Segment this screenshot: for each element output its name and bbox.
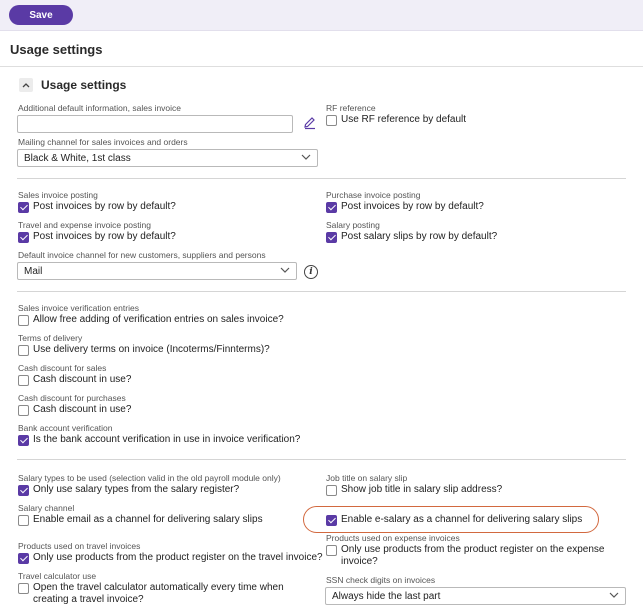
chevron-down-icon <box>609 590 619 600</box>
additional-info-label: Additional default information, sales in… <box>18 103 182 113</box>
travel-posting-checkbox[interactable] <box>18 232 29 243</box>
default-channel-select[interactable]: Mail <box>17 262 297 280</box>
section-title: Usage settings <box>41 78 127 92</box>
esalary-channel-option[interactable]: Enable e-salary as a channel for deliver… <box>326 514 582 526</box>
job-title-checkbox-label: Show job title in salary slip address? <box>341 484 503 495</box>
terms-of-delivery-option[interactable]: Use delivery terms on invoice (Incoterms… <box>18 344 270 356</box>
terms-of-delivery-label: Terms of delivery <box>18 333 83 343</box>
travel-posting-checkbox-label: Post invoices by row by default? <box>33 231 176 242</box>
mailing-channel-select[interactable]: Black & White, 1st class <box>17 149 318 167</box>
ssn-check-digits-value: Always hide the last part <box>332 591 441 602</box>
cash-discount-purchases-label: Cash discount for purchases <box>18 393 126 403</box>
esalary-channel-checkbox-label: Enable e-salary as a channel for deliver… <box>341 514 583 525</box>
email-channel-checkbox-label: Enable email as a channel for delivering… <box>33 514 263 525</box>
travel-products-checkbox[interactable] <box>18 553 29 564</box>
info-icon[interactable]: i <box>304 265 318 279</box>
cash-discount-sales-checkbox-label: Cash discount in use? <box>33 374 132 385</box>
cash-discount-purchases-checkbox-label: Cash discount in use? <box>33 404 132 415</box>
terms-of-delivery-checkbox-label: Use delivery terms on invoice (Incoterms… <box>33 344 270 355</box>
salary-posting-option[interactable]: Post salary slips by row by default? <box>326 231 497 243</box>
title-divider <box>0 66 643 67</box>
rf-reference-checkbox-label: Use RF reference by default <box>341 114 467 125</box>
default-channel-label: Default invoice channel for new customer… <box>18 250 266 260</box>
sales-verification-label: Sales invoice verification entries <box>18 303 139 313</box>
salary-types-checkbox[interactable] <box>18 485 29 496</box>
toolbar: Save <box>0 0 643 31</box>
bank-verification-option[interactable]: Is the bank account verification in use … <box>18 434 300 446</box>
salary-posting-checkbox-label: Post salary slips by row by default? <box>341 231 498 242</box>
esalary-channel-checkbox[interactable] <box>326 515 337 526</box>
chevron-up-icon[interactable] <box>19 78 33 92</box>
sales-posting-checkbox-label: Post invoices by row by default? <box>33 201 176 212</box>
cash-discount-sales-option[interactable]: Cash discount in use? <box>18 374 131 386</box>
travel-products-label: Products used on travel invoices <box>18 541 141 551</box>
cash-discount-sales-label: Cash discount for sales <box>18 363 107 373</box>
sales-posting-checkbox[interactable] <box>18 202 29 213</box>
expense-products-checkbox-label: Only use products from the product regis… <box>341 544 605 567</box>
salary-channel-label: Salary channel <box>18 503 75 513</box>
travel-posting-label: Travel and expense invoice posting <box>18 220 151 230</box>
mailing-channel-label: Mailing channel for sales invoices and o… <box>18 137 188 147</box>
rf-reference-option[interactable]: Use RF reference by default <box>326 114 466 126</box>
pencil-icon[interactable] <box>303 116 317 130</box>
default-channel-value: Mail <box>24 266 43 277</box>
salary-types-label: Salary types to be used (selection valid… <box>18 473 281 483</box>
bank-verification-checkbox-label: Is the bank account verification in use … <box>33 434 301 445</box>
travel-products-option[interactable]: Only use products from the product regis… <box>18 552 323 564</box>
sales-posting-option[interactable]: Post invoices by row by default? <box>18 201 176 213</box>
sales-verification-option[interactable]: Allow free adding of verification entrie… <box>18 314 284 326</box>
ssn-check-digits-select[interactable]: Always hide the last part <box>325 587 626 605</box>
sales-verification-checkbox[interactable] <box>18 315 29 326</box>
expense-products-label: Products used on expense invoices <box>326 533 460 543</box>
additional-info-input[interactable] <box>17 115 293 133</box>
cash-discount-purchases-option[interactable]: Cash discount in use? <box>18 404 131 416</box>
sales-verification-checkbox-label: Allow free adding of verification entrie… <box>33 314 284 325</box>
ssn-check-digits-label: SSN check digits on invoices <box>326 575 436 585</box>
travel-calculator-option[interactable]: Open the travel calculator automatically… <box>18 582 318 606</box>
rf-reference-checkbox[interactable] <box>326 115 337 126</box>
cash-discount-sales-checkbox[interactable] <box>18 375 29 386</box>
expense-products-checkbox[interactable] <box>326 545 337 556</box>
email-channel-checkbox[interactable] <box>18 515 29 526</box>
section-divider <box>17 459 626 460</box>
page-title: Usage settings <box>10 42 103 57</box>
purchase-posting-checkbox-label: Post invoices by row by default? <box>341 201 484 212</box>
section-divider <box>17 178 626 179</box>
salary-posting-checkbox[interactable] <box>326 232 337 243</box>
salary-types-checkbox-label: Only use salary types from the salary re… <box>33 484 240 495</box>
email-channel-option[interactable]: Enable email as a channel for delivering… <box>18 514 263 526</box>
job-title-option[interactable]: Show job title in salary slip address? <box>326 484 502 496</box>
purchase-posting-option[interactable]: Post invoices by row by default? <box>326 201 484 213</box>
rf-reference-label: RF reference <box>326 103 376 113</box>
expense-products-option[interactable]: Only use products from the product regis… <box>326 544 616 568</box>
job-title-label: Job title on salary slip <box>326 473 408 483</box>
travel-posting-option[interactable]: Post invoices by row by default? <box>18 231 176 243</box>
save-button[interactable]: Save <box>9 5 73 25</box>
salary-types-option[interactable]: Only use salary types from the salary re… <box>18 484 239 496</box>
cash-discount-purchases-checkbox[interactable] <box>18 405 29 416</box>
travel-calculator-label: Travel calculator use <box>18 571 97 581</box>
chevron-down-icon <box>301 152 311 162</box>
sales-posting-label: Sales invoice posting <box>18 190 98 200</box>
purchase-posting-label: Purchase invoice posting <box>326 190 421 200</box>
travel-calculator-checkbox[interactable] <box>18 583 29 594</box>
salary-posting-label: Salary posting <box>326 220 380 230</box>
bank-verification-checkbox[interactable] <box>18 435 29 446</box>
section-header[interactable]: Usage settings <box>19 78 126 92</box>
chevron-down-icon <box>280 265 290 275</box>
travel-calculator-checkbox-label: Open the travel calculator automatically… <box>33 582 284 605</box>
purchase-posting-checkbox[interactable] <box>326 202 337 213</box>
terms-of-delivery-checkbox[interactable] <box>18 345 29 356</box>
bank-verification-label: Bank account verification <box>18 423 113 433</box>
job-title-checkbox[interactable] <box>326 485 337 496</box>
travel-products-checkbox-label: Only use products from the product regis… <box>33 552 323 563</box>
section-divider <box>17 291 626 292</box>
mailing-channel-value: Black & White, 1st class <box>24 153 131 164</box>
